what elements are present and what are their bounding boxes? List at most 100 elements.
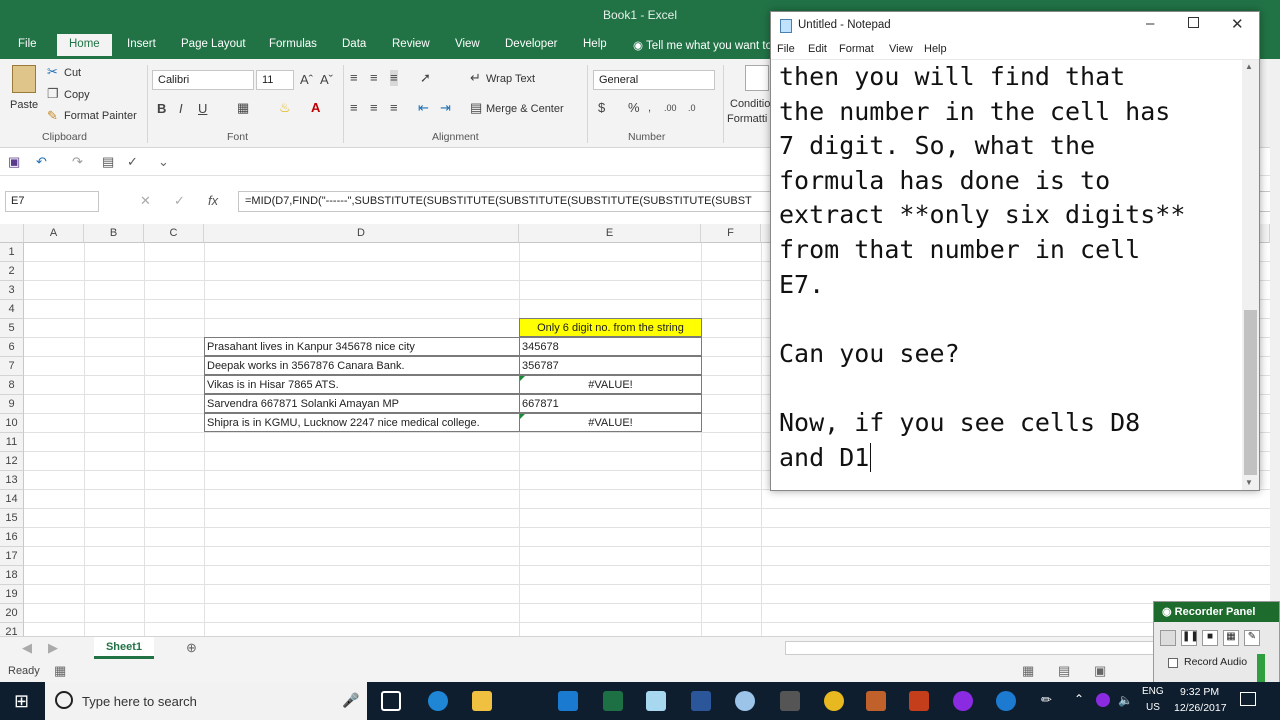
tab-insert[interactable]: Insert <box>127 38 156 50</box>
calculator-icon[interactable] <box>780 691 800 711</box>
copy-button[interactable]: Copy <box>64 89 90 101</box>
tab-home[interactable]: Home <box>57 34 112 56</box>
dropbox-icon[interactable] <box>558 691 578 711</box>
font-name-dropdown[interactable]: Calibri <box>152 70 254 90</box>
row-header[interactable]: 20 <box>0 604 24 623</box>
row-header[interactable]: 5 <box>0 319 24 338</box>
clock-date[interactable]: 12/26/2017 <box>1174 702 1227 714</box>
taskbar-search-box[interactable]: Type here to search 🎤 <box>45 682 367 720</box>
horizontal-scrollbar[interactable] <box>785 641 1165 655</box>
page-layout-view-icon[interactable]: ▤ <box>1058 663 1070 679</box>
tab-developer[interactable]: Developer <box>505 38 557 50</box>
table-cell-d8[interactable]: Vikas is in Hisar 7865 ATS. <box>204 375 520 394</box>
tab-data[interactable]: Data <box>342 38 366 50</box>
row-header[interactable]: 17 <box>0 547 24 566</box>
row-header[interactable]: 19 <box>0 585 24 604</box>
language-code[interactable]: ENG <box>1142 686 1164 697</box>
font-color-icon[interactable]: A <box>311 100 320 116</box>
settings-icon[interactable]: ▦ <box>1223 630 1239 646</box>
align-left-icon[interactable]: ≡ <box>350 100 358 116</box>
menu-format[interactable]: Format <box>839 43 874 55</box>
action-center-icon[interactable] <box>1240 692 1256 706</box>
edge-browser-icon[interactable] <box>428 691 448 711</box>
insert-function-icon[interactable]: fx <box>208 193 218 209</box>
windows-start-icon[interactable]: ⊞ <box>14 692 29 710</box>
select-all-corner[interactable] <box>0 224 24 243</box>
new-sheet-icon[interactable]: ⊕ <box>186 640 197 656</box>
merge-center-button[interactable]: Merge & Center <box>486 103 564 115</box>
shrink-font-icon[interactable]: Aˇ <box>320 72 333 88</box>
recorder-taskbar-icon[interactable] <box>953 691 973 711</box>
print-preview-icon[interactable]: ▤ <box>102 154 114 170</box>
table-cell-e6[interactable]: 345678 <box>519 337 702 356</box>
increase-indent-icon[interactable]: ⇥ <box>440 100 451 116</box>
customize-qat-icon[interactable]: ⌄ <box>158 154 169 170</box>
maximize-icon[interactable] <box>1188 17 1199 28</box>
microphone-icon[interactable]: 🎤 <box>342 692 359 709</box>
menu-file[interactable]: File <box>777 43 795 55</box>
column-header[interactable]: A <box>24 224 84 243</box>
chrome-icon[interactable] <box>824 691 844 711</box>
region-code[interactable]: US <box>1146 702 1160 713</box>
undo-icon[interactable]: ↶ <box>36 154 47 170</box>
macro-record-icon[interactable]: ▦ <box>54 663 66 679</box>
notepad-scrollbar[interactable]: ▲ ▼ <box>1242 60 1259 490</box>
sheet-tab[interactable]: Sheet1 <box>94 637 154 659</box>
cut-button[interactable]: Cut <box>64 67 81 79</box>
record-audio-checkbox[interactable] <box>1168 658 1178 668</box>
paste-button[interactable]: Paste <box>10 99 38 111</box>
row-header[interactable]: 16 <box>0 528 24 547</box>
tray-recorder-icon[interactable] <box>1096 693 1110 707</box>
percent-icon[interactable]: % <box>628 100 640 116</box>
align-bottom-icon[interactable]: ≡ <box>390 70 398 86</box>
align-top-icon[interactable]: ≡ <box>350 70 358 86</box>
row-header[interactable]: 7 <box>0 357 24 376</box>
prev-sheet-icon[interactable]: ◀ <box>22 640 32 656</box>
italic-icon[interactable]: I <box>179 101 183 117</box>
stop-icon[interactable]: ■ <box>1202 630 1218 646</box>
paint-icon[interactable] <box>735 691 755 711</box>
row-header[interactable]: 13 <box>0 471 24 490</box>
align-center-icon[interactable]: ≡ <box>370 100 378 116</box>
decrease-decimal-icon[interactable]: .0 <box>688 100 696 116</box>
tab-review[interactable]: Review <box>392 38 430 50</box>
table-cell-e8[interactable]: #VALUE! <box>519 375 702 394</box>
close-icon[interactable]: ✕ <box>1231 15 1244 33</box>
row-header[interactable]: 4 <box>0 300 24 319</box>
row-header[interactable]: 11 <box>0 433 24 452</box>
page-break-view-icon[interactable]: ▣ <box>1094 663 1106 679</box>
name-box[interactable]: E7 <box>5 191 99 212</box>
align-middle-icon[interactable]: ≡ <box>370 70 378 86</box>
column-header[interactable]: B <box>84 224 144 243</box>
task-view-icon[interactable] <box>381 691 401 711</box>
people-icon[interactable]: ✏ <box>1041 692 1052 708</box>
comma-style-icon[interactable]: , <box>648 100 651 116</box>
fill-color-icon[interactable]: ♨ <box>279 100 291 116</box>
scroll-down-icon[interactable]: ▼ <box>1245 478 1253 487</box>
word-taskbar-icon[interactable] <box>691 691 711 711</box>
excel-vertical-scrollbar[interactable] <box>1270 59 1280 636</box>
tab-file[interactable]: File <box>18 38 37 50</box>
notepad-taskbar-icon[interactable] <box>646 691 666 711</box>
tab-view[interactable]: View <box>455 38 480 50</box>
app-icon[interactable] <box>866 691 886 711</box>
currency-icon[interactable]: $ <box>598 100 605 116</box>
wrap-text-button[interactable]: Wrap Text <box>486 73 535 85</box>
bold-icon[interactable]: B <box>157 101 166 117</box>
row-header[interactable]: 14 <box>0 490 24 509</box>
row-header[interactable]: 21 <box>0 623 24 636</box>
column-header[interactable]: E <box>519 224 701 243</box>
draw-icon[interactable]: ✎ <box>1244 630 1260 646</box>
tab-help[interactable]: Help <box>583 38 607 50</box>
column-header[interactable]: C <box>144 224 204 243</box>
powerpoint-icon[interactable] <box>909 691 929 711</box>
row-header[interactable]: 2 <box>0 262 24 281</box>
table-cell-d10[interactable]: Shipra is in KGMU, Lucknow 2247 nice med… <box>204 413 520 432</box>
row-header[interactable]: 12 <box>0 452 24 471</box>
enter-icon[interactable]: ✓ <box>174 193 185 209</box>
table-cell-d6[interactable]: Prasahant lives in Kanpur 345678 nice ci… <box>204 337 520 356</box>
row-header[interactable]: 9 <box>0 395 24 414</box>
grow-font-icon[interactable]: Aˆ <box>300 72 313 88</box>
file-explorer-icon[interactable] <box>472 691 492 711</box>
align-right-icon[interactable]: ≡ <box>390 100 398 116</box>
